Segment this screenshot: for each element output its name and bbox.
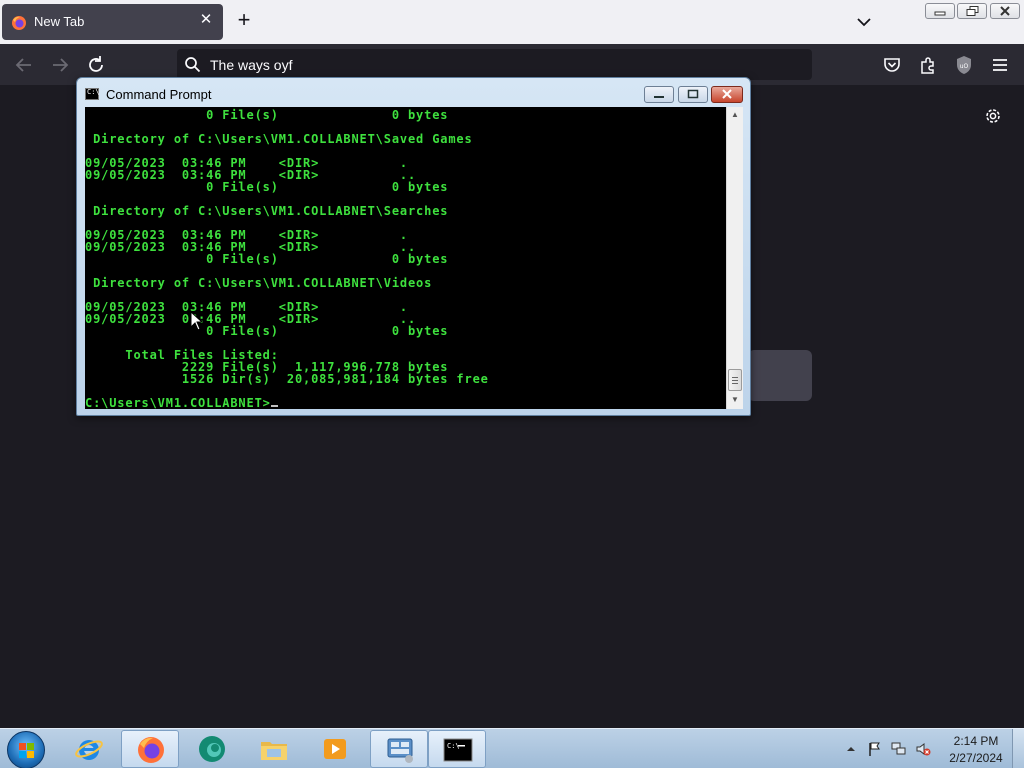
- new-tab-button[interactable]: +: [233, 9, 255, 32]
- pocket-icon[interactable]: [881, 54, 903, 76]
- tab-strip: New Tab ✕ +: [0, 0, 1024, 44]
- internet-explorer-icon: [75, 740, 103, 760]
- action-center-flag-icon[interactable]: [867, 741, 883, 757]
- console-line: 0 File(s) 0 bytes: [85, 252, 449, 266]
- search-icon: [185, 57, 201, 73]
- scroll-down-icon[interactable]: ▼: [727, 392, 743, 408]
- command-prompt-icon: C:\: [85, 88, 100, 100]
- clock-time[interactable]: 2:14 PM: [948, 734, 1004, 748]
- mouse-pointer-icon: [190, 311, 204, 331]
- extensions-icon[interactable]: [917, 54, 939, 76]
- restore-icon: [966, 6, 979, 16]
- vertical-scrollbar[interactable]: ▲ ▼: [726, 107, 743, 409]
- address-bar[interactable]: The ways oyf: [177, 49, 812, 80]
- command-prompt-line: C:\Users\VM1.COLLABNET>: [85, 396, 271, 409]
- chevron-up-icon[interactable]: [843, 741, 859, 757]
- media-player-icon: [324, 739, 346, 759]
- reload-icon[interactable]: [85, 54, 107, 76]
- cmd-minimize-button[interactable]: [644, 86, 674, 103]
- console-line: Directory of C:\Users\VM1.COLLABNET\Vide…: [85, 276, 433, 290]
- svg-text:uO: uO: [960, 63, 969, 70]
- ublock-origin-icon[interactable]: uO: [953, 54, 975, 76]
- show-desktop-button[interactable]: [1012, 729, 1024, 768]
- back-arrow-icon[interactable]: [13, 54, 35, 76]
- taskbar-file-explorer[interactable]: [245, 730, 303, 768]
- close-icon: [1000, 6, 1010, 16]
- close-icon: [722, 89, 732, 99]
- console-line: 0 File(s) 0 bytes: [85, 324, 449, 338]
- svg-text:C:\: C:\: [447, 742, 460, 750]
- taskbar-command-prompt[interactable]: C:\: [428, 730, 486, 768]
- tab-title: New Tab: [34, 14, 85, 29]
- command-prompt-window: C:\ Command Prompt 0 File(s) 0 bytes Dir…: [76, 77, 751, 416]
- taskbar-internet-explorer[interactable]: [60, 730, 118, 768]
- console-line: 0 File(s) 0 bytes: [85, 180, 449, 194]
- taskbar: C:\ 2:14 PM 2/27/2024: [0, 728, 1024, 768]
- command-prompt-icon: C:\: [443, 738, 473, 762]
- console-output[interactable]: 0 File(s) 0 bytes Directory of C:\Users\…: [85, 107, 726, 409]
- firefox-icon: [12, 16, 26, 30]
- network-icon[interactable]: [891, 741, 907, 757]
- restore-window-button[interactable]: [957, 3, 987, 19]
- windows-logo-icon: [19, 743, 34, 758]
- cmd-maximize-button[interactable]: [678, 86, 708, 103]
- start-button[interactable]: [7, 731, 45, 768]
- shortcut-tile[interactable]: [748, 350, 812, 401]
- close-tab-icon[interactable]: ✕: [196, 10, 216, 30]
- cmd-close-button[interactable]: [711, 86, 743, 103]
- menu-hamburger-icon[interactable]: [989, 54, 1011, 76]
- chevron-down-icon[interactable]: [852, 10, 876, 34]
- scroll-thumb[interactable]: [728, 369, 742, 391]
- volume-muted-icon[interactable]: [915, 741, 931, 757]
- minimize-window-button[interactable]: [925, 3, 955, 19]
- tab-new-tab[interactable]: New Tab ✕: [2, 4, 223, 40]
- close-window-button[interactable]: [990, 3, 1020, 19]
- maximize-icon: [687, 89, 699, 99]
- minimize-icon: [934, 11, 946, 16]
- window-title: Command Prompt: [106, 87, 212, 102]
- taskbar-firefox[interactable]: [121, 730, 179, 768]
- title-bar[interactable]: C:\ Command Prompt: [77, 78, 750, 106]
- file-explorer-icon: [261, 742, 287, 760]
- scroll-up-icon[interactable]: ▲: [727, 107, 743, 123]
- taskbar-media-player[interactable]: [306, 730, 364, 768]
- console-line: 1526 Dir(s) 20,085,981,184 bytes free: [85, 372, 489, 386]
- forward-arrow-icon[interactable]: [49, 54, 71, 76]
- gear-icon[interactable]: [983, 106, 1003, 126]
- console-line: 0 File(s) 0 bytes: [85, 108, 449, 122]
- console-line: Directory of C:\Users\VM1.COLLABNET\Save…: [85, 132, 473, 146]
- clock-date[interactable]: 2/27/2024: [944, 751, 1008, 765]
- firefox-icon: [138, 737, 164, 763]
- address-bar-text: The ways oyf: [210, 57, 293, 73]
- console-line: Directory of C:\Users\VM1.COLLABNET\Sear…: [85, 204, 449, 218]
- taskbar-edge[interactable]: [183, 730, 241, 768]
- edge-icon: [199, 736, 225, 762]
- text-cursor: [271, 405, 278, 407]
- control-panel-icon: [387, 738, 413, 763]
- minimize-icon: [654, 96, 664, 98]
- taskbar-control-panel[interactable]: [370, 730, 428, 768]
